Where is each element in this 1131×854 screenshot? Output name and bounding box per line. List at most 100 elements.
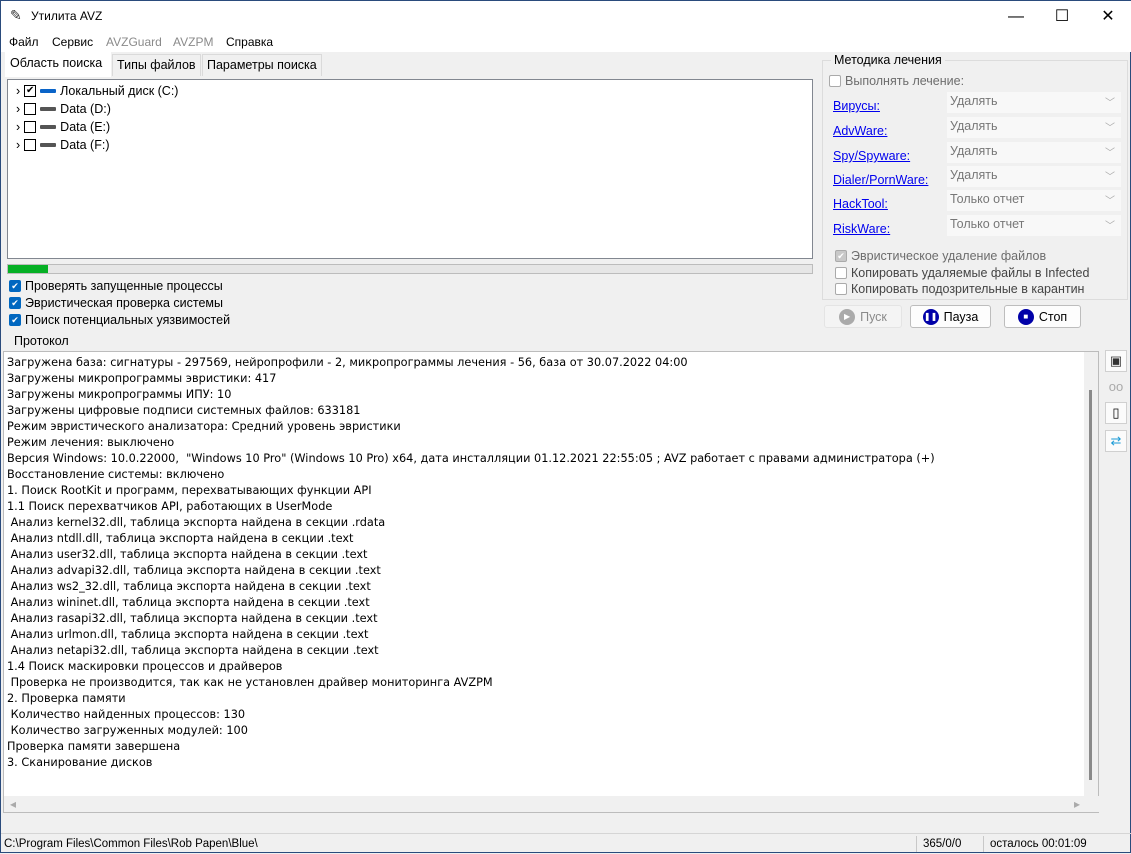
save-log-button[interactable]: ▣ — [1105, 350, 1127, 372]
log-line: Загружена база: сигнатуры - 297569, нейр… — [7, 356, 688, 369]
tree-node-d[interactable]: › Data (D:) — [16, 100, 111, 118]
checkbox[interactable] — [24, 103, 37, 115]
tree-node-c[interactable]: › ✔ Локальный диск (C:) — [16, 82, 178, 100]
link-dialer[interactable]: Dialer/PornWare: — [833, 173, 928, 187]
vertical-scrollbar[interactable] — [1084, 352, 1098, 797]
link-hacktool[interactable]: HackTool: — [833, 197, 888, 211]
check-processes[interactable]: ✔ Проверять запущенные процессы — [9, 279, 223, 293]
log-line: Загружены микропрограммы эвристики: 417 — [7, 372, 277, 385]
start-button[interactable]: ▶ Пуск — [824, 305, 902, 328]
option-label: Проверять запущенные процессы — [25, 279, 223, 293]
expand-icon[interactable]: › — [16, 84, 20, 98]
menu-file[interactable]: Файл — [9, 35, 39, 49]
select-spyware[interactable]: Удалять ﹀ — [947, 142, 1121, 163]
scroll-right-icon[interactable]: ▸ — [1074, 797, 1080, 811]
menu-help[interactable]: Справка — [226, 35, 273, 49]
tree-node-e[interactable]: › Data (E:) — [16, 118, 110, 136]
select-dialer[interactable]: Удалять ﹀ — [947, 166, 1121, 187]
button-label: Пауза — [943, 309, 979, 324]
log-line: Анализ advapi32.dll, таблица экспорта на… — [7, 564, 381, 577]
button-label: Пуск — [860, 309, 887, 324]
play-icon: ▶ — [839, 308, 856, 325]
maximize-button[interactable]: ☐ — [1039, 1, 1085, 32]
perform-treatment-checkbox[interactable]: Выполнять лечение: — [829, 74, 964, 88]
minimize-button[interactable]: — — [993, 1, 1039, 32]
log-line: Восстановление системы: включено — [7, 468, 225, 481]
treatment-group: Методика лечения Выполнять лечение: Виру… — [822, 53, 1128, 300]
log-line: Режим эвристического анализатора: Средни… — [7, 420, 401, 433]
select-riskware[interactable]: Только отчет ﹀ — [947, 215, 1121, 236]
expand-icon[interactable]: › — [16, 102, 20, 116]
node-label: Локальный диск (C:) — [60, 84, 179, 98]
log-line: Анализ wininet.dll, таблица экспорта най… — [7, 596, 370, 609]
chevron-down-icon: ﹀ — [1105, 196, 1115, 207]
expand-icon[interactable]: › — [16, 120, 20, 134]
network-button[interactable]: ⇄ — [1105, 430, 1127, 452]
document-icon: ▯ — [1112, 405, 1120, 420]
windows-drive-icon — [40, 89, 57, 93]
chevron-down-icon: ﹀ — [1105, 123, 1115, 134]
heuristic-delete-checkbox[interactable]: ✔ Эвристическое удаление файлов — [835, 249, 1046, 263]
scroll-thumb[interactable] — [1089, 390, 1092, 780]
check-heuristic[interactable]: ✔ Эвристическая проверка системы — [9, 296, 223, 310]
checkbox-checked[interactable]: ✔ — [9, 314, 21, 326]
pause-icon: ❚❚ — [922, 308, 939, 325]
select-viruses[interactable]: Удалять ﹀ — [947, 92, 1121, 113]
new-document-button[interactable]: ▯ — [1105, 402, 1127, 424]
tree-node-f[interactable]: › Data (F:) — [16, 136, 109, 154]
view-button[interactable]: oo — [1105, 377, 1127, 399]
select-value: Удалять — [950, 94, 998, 108]
node-label: Data (F:) — [60, 138, 110, 152]
select-hacktool[interactable]: Только отчет ﹀ — [947, 190, 1121, 211]
log-line: Анализ ws2_32.dll, таблица экспорта найд… — [7, 580, 371, 593]
tab-search-params[interactable]: Параметры поиска — [202, 54, 322, 76]
checkbox[interactable] — [24, 121, 37, 133]
log-line: Количество загруженных модулей: 100 — [7, 724, 248, 737]
log-line: Анализ urlmon.dll, таблица экспорта найд… — [7, 628, 369, 641]
tab-search-area[interactable]: Область поиска — [5, 52, 111, 77]
link-adware[interactable]: AdvWare: — [833, 124, 887, 138]
checkbox[interactable] — [24, 139, 37, 151]
link-viruses[interactable]: Вирусы: — [833, 99, 880, 113]
copy-infected-checkbox[interactable]: Копировать удаляемые файлы в Infected — [835, 266, 1089, 280]
checkbox-label: Копировать удаляемые файлы в Infected — [851, 266, 1090, 280]
expand-icon[interactable]: › — [16, 138, 20, 152]
scan-progress-bar — [7, 264, 813, 274]
title-bar: ✎ Утилита AVZ — ☐ ✕ — [1, 1, 1131, 32]
log-line: Анализ kernel32.dll, таблица экспорта на… — [7, 516, 386, 529]
log-line: Загружены микропрограммы ИПУ: 10 — [7, 388, 232, 401]
checkbox-checked[interactable]: ✔ — [9, 297, 21, 309]
close-button[interactable]: ✕ — [1085, 1, 1131, 32]
drive-icon — [40, 125, 57, 129]
select-value: Удалять — [950, 168, 998, 182]
protocol-label: Протокол — [14, 334, 69, 348]
group-title: Методика лечения — [831, 53, 945, 67]
checkbox-checked[interactable]: ✔ — [9, 280, 21, 292]
tab-file-types[interactable]: Типы файлов — [112, 54, 201, 76]
menu-avzguard[interactable]: AVZGuard — [106, 35, 162, 49]
option-label: Эвристическая проверка системы — [25, 296, 224, 310]
menu-service[interactable]: Сервис — [52, 35, 93, 49]
log-line: Анализ rasapi32.dll, таблица экспорта на… — [7, 612, 378, 625]
app-icon: ✎ — [10, 7, 22, 23]
window-title: Утилита AVZ — [31, 9, 103, 23]
check-vulnerabilities[interactable]: ✔ Поиск потенциальных уязвимостей — [9, 313, 230, 327]
checkbox-checked[interactable]: ✔ — [24, 85, 37, 97]
select-value: Удалять — [950, 119, 998, 133]
log-line: 1. Поиск RootKit и программ, перехватыва… — [7, 484, 372, 497]
scroll-left-icon[interactable]: ◂ — [10, 797, 16, 811]
link-riskware[interactable]: RiskWare: — [833, 222, 890, 236]
log-line: Версия Windows: 10.0.22000, "Windows 10 … — [7, 452, 935, 465]
pause-button[interactable]: ❚❚ Пауза — [910, 305, 991, 328]
button-label: Стоп — [1038, 309, 1068, 324]
checkbox-label: Эвристическое удаление файлов — [851, 249, 1047, 263]
stop-button[interactable]: ■ Стоп — [1004, 305, 1081, 328]
divider — [983, 836, 984, 852]
chevron-down-icon: ﹀ — [1105, 221, 1115, 232]
horizontal-scrollbar[interactable]: ◂ ▸ — [4, 796, 1100, 812]
log-line: 3. Сканирование дисков — [7, 756, 153, 769]
link-spyware[interactable]: Spy/Spyware: — [833, 149, 910, 163]
menu-avzpm[interactable]: AVZPM — [173, 35, 213, 49]
select-adware[interactable]: Удалять ﹀ — [947, 117, 1121, 138]
copy-quarantine-checkbox[interactable]: Копировать подозрительные в карантин — [835, 282, 1084, 296]
